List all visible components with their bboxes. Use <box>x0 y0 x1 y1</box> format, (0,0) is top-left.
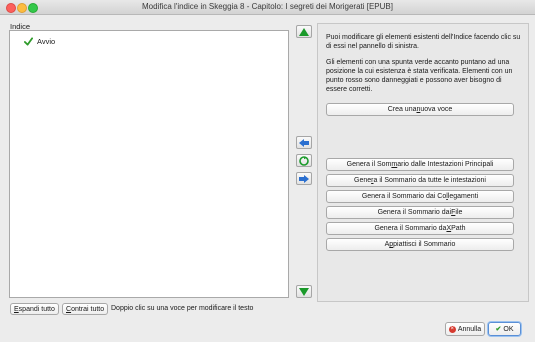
green-check-icon <box>24 37 33 46</box>
blue-right-arrow-icon <box>299 174 309 183</box>
green-down-arrow-icon <box>299 287 309 296</box>
ok-button[interactable]: ✔ OK <box>488 322 521 336</box>
generate-from-links-button[interactable]: Genera il Sommario dai Co l legamenti <box>326 190 514 203</box>
toc-tree[interactable]: Avvio <box>9 30 289 298</box>
double-click-hint: Doppio clic su una voce per modificare i… <box>111 305 254 312</box>
indent-right-button[interactable] <box>296 172 312 185</box>
ok-check-icon: ✔ <box>495 326 502 333</box>
blue-left-arrow-icon <box>299 138 309 147</box>
green-up-arrow-icon <box>299 27 309 36</box>
generate-from-headings-button[interactable]: Genera il Som m ario dalle Intestazioni Pr… <box>326 158 514 171</box>
new-entry-button[interactable]: Crea una n uova voce <box>326 103 514 116</box>
move-up-button[interactable] <box>296 25 312 38</box>
move-down-button[interactable] <box>296 285 312 298</box>
delete-entry-button[interactable] <box>296 154 312 167</box>
expand-all-button[interactable]: Espandi tutto <box>10 303 59 315</box>
generate-from-all-headings-button[interactable]: Gene r a il Sommario da tutte le intestazi… <box>326 174 514 187</box>
info-paragraph-1: Puoi modificare gli elementi esistenti d… <box>326 34 521 50</box>
cancel-button[interactable]: × Annulla <box>445 322 485 336</box>
cancel-x-icon: × <box>448 325 456 333</box>
indent-left-button[interactable] <box>296 136 312 149</box>
green-recycle-icon <box>299 155 309 166</box>
generate-from-files-button[interactable]: Genera il Sommario dai File <box>326 206 514 219</box>
options-panel: Puoi modificare gli elementi esistenti d… <box>317 23 529 302</box>
tree-item-label: Avvio <box>37 37 56 46</box>
window-title: Modifica l'indice in Skeggia 8 - Capitol… <box>142 2 393 11</box>
generate-from-xpath-button[interactable]: Genera il Sommario da X Path <box>326 222 514 235</box>
info-paragraph-2: Gli elementi con una spunta verde accant… <box>326 59 513 93</box>
tree-item-avvio[interactable]: Avvio <box>24 37 55 46</box>
collapse-all-button[interactable]: Contrai tutto <box>62 303 109 315</box>
title-bar: Modifica l'indice in Skeggia 8 - Capitol… <box>0 0 535 15</box>
flatten-toc-button[interactable]: Ap piattisci il Sommario <box>326 238 514 251</box>
